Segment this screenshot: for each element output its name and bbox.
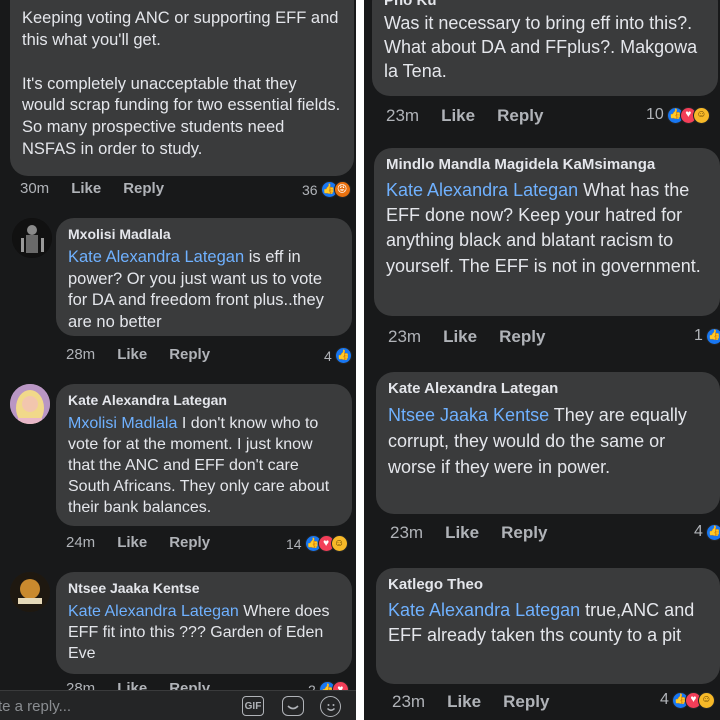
reaction-count: 10	[646, 106, 664, 123]
reply-button[interactable]: Reply	[123, 180, 164, 197]
reply-button[interactable]: Reply	[503, 692, 549, 712]
comment-text: Kate Alexandra Lategan is eff in power? …	[68, 247, 340, 334]
comment-text: Kate Alexandra Lategan What has the EFF …	[386, 178, 708, 279]
reaction-summary[interactable]: 4 👍 ♥ ☺	[660, 691, 715, 709]
comment-author[interactable]: Mxolisi Madlala	[68, 226, 340, 243]
mention-link[interactable]: Kate Alexandra Lategan	[388, 600, 580, 620]
comment-bubble: Mindlo Mandla Magidela KaMsimanga Kate A…	[374, 148, 720, 316]
like-button[interactable]: Like	[117, 346, 147, 363]
mention-link[interactable]: Kate Alexandra Lategan	[68, 248, 244, 266]
like-reaction-icon: 👍	[334, 347, 352, 364]
like-button[interactable]: Like	[445, 523, 479, 543]
avatar[interactable]	[10, 384, 50, 424]
comment-time: 23m	[390, 523, 424, 542]
reaction-count: 4	[694, 523, 703, 540]
reaction-count: 4	[660, 691, 669, 708]
comment-bubble: Kate Alexandra Lategan Ntsee Jaaka Kents…	[376, 372, 720, 514]
haha-reaction-icon: ☺	[697, 691, 715, 709]
right-comments-panel: Pho Ku Was it necessary to bring eff int…	[364, 0, 720, 720]
avatar[interactable]	[10, 572, 50, 612]
comment-author[interactable]: Mindlo Mandla Magidela KaMsimanga	[386, 156, 708, 174]
comment-text: Kate Alexandra Lategan Where does EFF fi…	[68, 601, 340, 664]
comment-actions: 28m Like Reply	[66, 346, 210, 363]
avatar-image	[10, 384, 50, 424]
reaction-summary[interactable]: 4 👍	[324, 347, 352, 364]
comment-author[interactable]: Kate Alexandra Lategan	[68, 392, 340, 409]
reply-input[interactable]: te a reply...	[0, 698, 71, 715]
comment-text: Mxolisi Madlala I don't know who to vote…	[68, 413, 340, 519]
reaction-summary[interactable]: 36 👍 😡	[302, 181, 351, 198]
reaction-summary[interactable]: 4 👍	[694, 523, 720, 541]
like-reaction-icon: 👍	[705, 327, 720, 345]
reply-composer[interactable]: te a reply... GIF	[0, 690, 356, 720]
mention-link[interactable]: Ntsee Jaaka Kentse	[388, 405, 549, 425]
reaction-count: 14	[286, 535, 302, 552]
avatar-image	[12, 218, 52, 258]
comment-author[interactable]: Katlego Theo	[388, 576, 708, 594]
angry-reaction-icon: 😡	[333, 181, 351, 198]
comment-actions: 23m Like Reply	[392, 692, 549, 712]
like-button[interactable]: Like	[71, 180, 101, 197]
like-button[interactable]: Like	[443, 327, 477, 347]
reply-button[interactable]: Reply	[169, 534, 210, 551]
comment-time: 28m	[66, 346, 96, 363]
comment-author[interactable]: Pho Ku	[384, 0, 706, 10]
comment-time: 30m	[20, 180, 50, 197]
avatar-image	[10, 572, 50, 612]
comment-text: Ntsee Jaaka Kentse They are equally corr…	[388, 402, 708, 480]
comment-author[interactable]: Kate Alexandra Lategan	[388, 380, 708, 398]
reply-button[interactable]: Reply	[169, 346, 210, 363]
comment-actions: 24m Like Reply	[66, 534, 210, 551]
comment-text: It's completely unacceptable that they w…	[22, 74, 341, 158]
comment-text: Keeping voting ANC or supporting EFF and…	[22, 9, 339, 49]
comment-actions: 23m Like Reply	[390, 523, 547, 543]
reaction-summary[interactable]: 10 👍 ♥ ☺	[646, 106, 710, 124]
comment-actions: 23m Like Reply	[388, 327, 545, 347]
like-button[interactable]: Like	[117, 534, 147, 551]
emoji-icon[interactable]	[320, 696, 341, 717]
comment-time: 23m	[392, 692, 426, 711]
avatar[interactable]	[12, 218, 52, 258]
like-reaction-icon: 👍	[705, 523, 720, 541]
like-button[interactable]: Like	[441, 106, 475, 126]
comment-bubble: Katlego Theo Kate Alexandra Lategan true…	[376, 568, 720, 684]
reply-button[interactable]: Reply	[501, 523, 547, 543]
comment-bubble: Keeping voting ANC or supporting EFF and…	[10, 0, 354, 176]
comment-time: 24m	[66, 534, 96, 551]
reply-button[interactable]: Reply	[499, 327, 545, 347]
comment-actions: 30m Like Reply	[20, 180, 164, 197]
reply-button[interactable]: Reply	[497, 106, 543, 126]
mention-link[interactable]: Mxolisi Madlala	[68, 415, 177, 432]
sticker-icon[interactable]	[282, 696, 304, 716]
comment-time: 23m	[386, 106, 420, 125]
comment-author[interactable]: Ntsee Jaaka Kentse	[68, 580, 340, 597]
reaction-count: 1	[694, 327, 703, 344]
like-button[interactable]: Like	[447, 692, 481, 712]
comment-text: Was it necessary to bring eff into this?…	[384, 13, 698, 81]
mention-link[interactable]: Kate Alexandra Lategan	[386, 180, 578, 200]
comment-actions: 23m Like Reply	[386, 106, 543, 126]
comment-bubble: Mxolisi Madlala Kate Alexandra Lategan i…	[56, 218, 352, 336]
comment-bubble: Kate Alexandra Lategan Mxolisi Madlala I…	[56, 384, 352, 526]
reaction-summary[interactable]: 1 👍	[694, 327, 720, 345]
reaction-count: 36	[302, 181, 318, 198]
comment-bubble: Ntsee Jaaka Kentse Kate Alexandra Latega…	[56, 572, 352, 674]
reaction-count: 4	[324, 347, 332, 364]
reaction-summary[interactable]: 14 👍 ♥ ☺	[286, 535, 348, 552]
mention-link[interactable]: Kate Alexandra Lategan	[68, 603, 239, 620]
gif-icon[interactable]: GIF	[242, 696, 264, 716]
comment-bubble: Pho Ku Was it necessary to bring eff int…	[372, 0, 718, 96]
haha-reaction-icon: ☺	[692, 106, 710, 124]
left-comments-panel: Keeping voting ANC or supporting EFF and…	[0, 0, 356, 720]
comment-time: 23m	[388, 327, 422, 346]
haha-reaction-icon: ☺	[330, 535, 348, 552]
comment-text: Kate Alexandra Lategan true,ANC and EFF …	[388, 598, 708, 648]
